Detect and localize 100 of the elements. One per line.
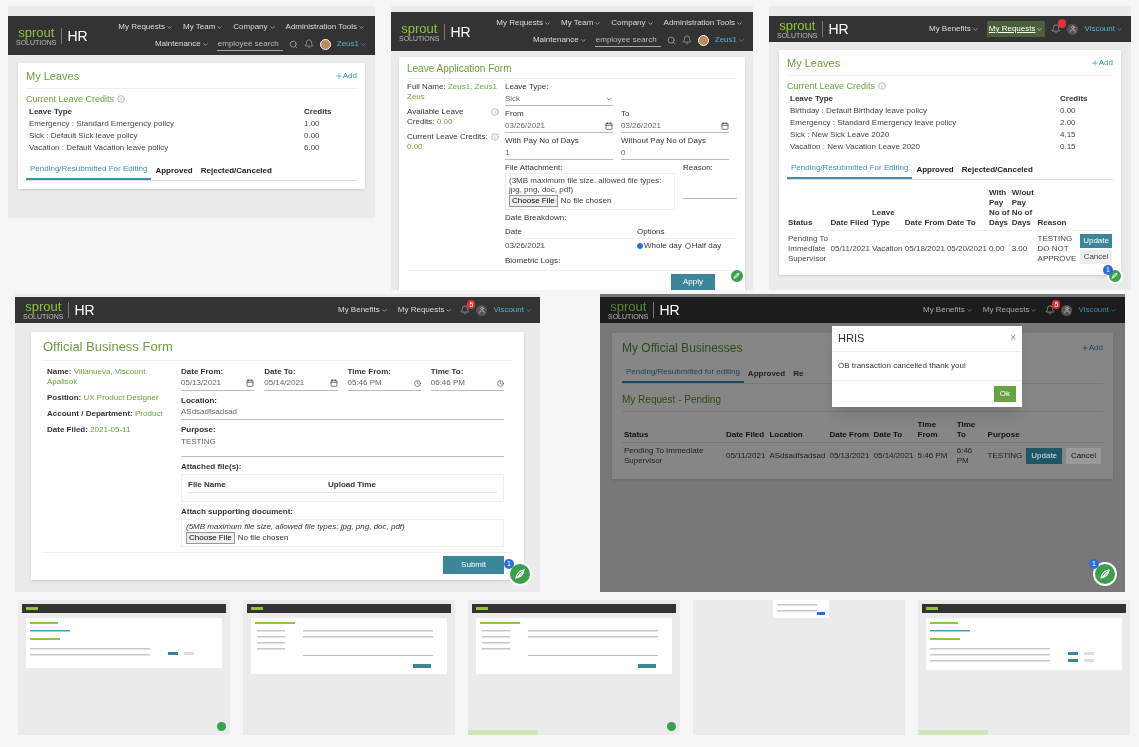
search-icon[interactable] — [288, 39, 298, 49]
card-title: My Official Businesses — [622, 340, 743, 357]
nav-menu-item[interactable]: My Benefits — [335, 302, 390, 318]
caret-icon — [594, 19, 602, 27]
input-field[interactable]: 03/26/2021 — [505, 119, 613, 133]
day-option-radio[interactable]: Whole day — [637, 241, 682, 251]
user-menu[interactable]: Viscount — [493, 304, 532, 316]
column-header: Leave Type — [29, 107, 72, 117]
nav-menu-item[interactable]: Administration Tools — [661, 15, 745, 31]
search-field[interactable]: employee search — [216, 37, 283, 51]
chat-button[interactable] — [1093, 562, 1117, 586]
input-field[interactable]: 0 — [621, 146, 729, 160]
table-cell: 05/13/2021 — [829, 451, 870, 460]
user-menu[interactable]: Viscount — [1084, 23, 1123, 35]
nav-menu-item[interactable]: My Benefits — [926, 21, 981, 37]
info-text: Current Leave Credits: 0.00 — [407, 132, 489, 152]
update-button[interactable]: Update — [1026, 448, 1063, 464]
update-button[interactable]: Update — [1080, 234, 1112, 248]
tab[interactable]: Approved — [743, 365, 790, 383]
field-label: Date To: — [264, 366, 297, 377]
user-menu[interactable]: Viscount — [1078, 304, 1117, 316]
bell-icon[interactable] — [303, 39, 314, 49]
input-field[interactable]: 03/26/2021 — [621, 119, 729, 133]
choose-file-button[interactable]: Choose File — [186, 531, 235, 544]
table-cell: Emergency : Standard Emergency leave policy — [790, 118, 957, 128]
nav-menu-item[interactable]: My Requests — [116, 19, 175, 35]
app-name: HR — [67, 28, 88, 43]
bell-icon[interactable] — [1051, 24, 1062, 34]
caret-icon — [544, 19, 551, 27]
nav-menu-item[interactable]: My Requests — [494, 15, 553, 31]
choose-file-button[interactable]: Choose File — [509, 195, 558, 207]
input-field[interactable]: Sick — [505, 92, 613, 106]
tab[interactable]: Re — [789, 365, 808, 383]
input-field[interactable]: 05/14/2021 — [264, 376, 338, 391]
nav-menu-item[interactable]: Company — [231, 19, 278, 35]
tab[interactable]: Pending/Resubmitted For Editing — [26, 160, 152, 180]
nav-menu-item[interactable]: My Benefits — [920, 302, 975, 318]
table-cell: TESTING — [987, 451, 1023, 460]
input-field[interactable]: 05:46 PM — [347, 376, 421, 391]
nav-menu-item[interactable]: Maintenance — [530, 32, 589, 48]
avatar[interactable] — [319, 38, 331, 50]
search-field[interactable]: employee search — [594, 33, 661, 47]
cancel-button[interactable]: Cancel — [1080, 250, 1112, 264]
column-header: Upload Time — [328, 479, 376, 490]
caret-icon — [201, 40, 209, 48]
cancel-button[interactable]: Cancel — [1066, 448, 1101, 464]
nav-menu-item[interactable]: My Requests — [986, 21, 1046, 37]
bell-icon[interactable] — [460, 305, 471, 315]
table-cell: Vacation : New Vacation Leave 2020 — [790, 142, 920, 152]
tab[interactable]: Approved — [912, 161, 958, 179]
apply-button[interactable]: Apply — [671, 274, 715, 290]
user-icon[interactable] — [1067, 23, 1079, 35]
nav-menu-item[interactable]: Maintenance — [152, 36, 211, 52]
tab[interactable]: Rejected/Canceled — [196, 162, 276, 180]
dialog-message: OB transaction cancelled thank you! — [832, 351, 1022, 381]
dialog-thumbnail-drawing — [773, 600, 829, 618]
input-field[interactable]: 06:46 PM — [430, 376, 504, 391]
nav-menu-item[interactable]: My Team — [559, 15, 604, 31]
close-button[interactable]: × — [1010, 333, 1016, 344]
add-link[interactable]: Add — [334, 70, 357, 83]
tab[interactable]: Approved — [151, 162, 197, 180]
tab[interactable]: Pending/Resubmitted For Editing — [787, 159, 913, 179]
search-icon[interactable] — [666, 35, 676, 45]
input-field[interactable]: 05/13/2021 — [181, 376, 255, 391]
nav-menu-item[interactable]: Administration Tools — [283, 19, 367, 35]
section-title: Current Leave Credits — [26, 92, 115, 106]
table-cell-text: 0.00 — [304, 131, 321, 141]
chat-button[interactable] — [508, 562, 532, 586]
day-option-radio[interactable]: Half day — [684, 241, 722, 251]
column-header: Status — [624, 430, 649, 439]
user-icon[interactable] — [476, 304, 488, 316]
add-link[interactable]: Add — [1090, 57, 1113, 70]
user-icon[interactable] — [1061, 304, 1073, 316]
input-field[interactable]: 1 — [505, 146, 613, 160]
nav-menu-item[interactable]: My Team — [181, 19, 226, 35]
table-cell: TESTING DO NOT APPROVE — [1037, 234, 1077, 263]
input-field[interactable]: ASdsadfsadsad — [181, 405, 504, 420]
caret-icon — [1116, 25, 1123, 33]
leaf-icon — [1099, 568, 1111, 580]
tab[interactable]: Rejected/Canceled — [957, 161, 1037, 179]
caret-icon — [738, 36, 745, 44]
purpose-textarea[interactable]: TESTING — [181, 434, 504, 457]
bell-icon[interactable] — [681, 35, 692, 45]
card-title: My Leaves — [26, 69, 80, 84]
field-label: Biometric Logs: — [505, 256, 562, 266]
submit-button[interactable]: Submit — [443, 555, 504, 574]
nav-menu-item[interactable]: My Requests — [395, 302, 455, 318]
field-label: To — [621, 109, 631, 119]
field-label: Leave Type: — [505, 82, 550, 92]
nav-menu-item[interactable]: Company — [609, 15, 656, 31]
table-cell-text: 1.00 — [304, 119, 321, 129]
avatar[interactable] — [697, 34, 709, 46]
info-text: Position: UX Product Designer — [47, 392, 160, 403]
nav-menu-item[interactable]: My Requests — [980, 302, 1040, 318]
user-menu[interactable]: Zeus1 — [714, 34, 745, 46]
field-label: Date Breakdown: — [505, 213, 568, 223]
leaf-icon — [514, 568, 526, 580]
user-menu[interactable]: Zeus1 — [336, 38, 367, 50]
bell-icon[interactable] — [1045, 305, 1056, 315]
app-name: HR — [74, 303, 95, 317]
